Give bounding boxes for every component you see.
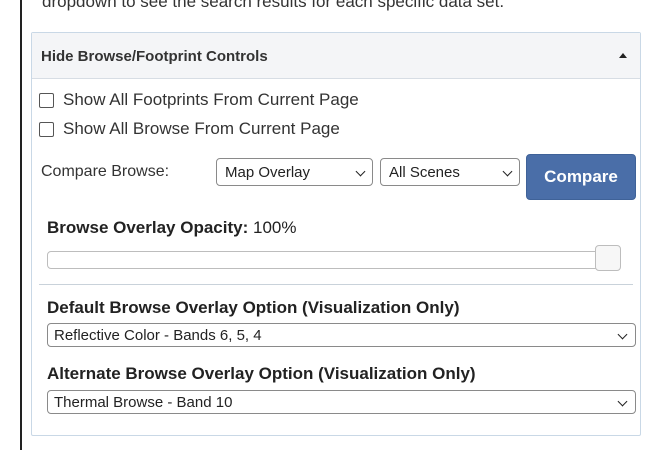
- compare-mode-value: Map Overlay: [225, 163, 311, 181]
- compare-browse-label: Compare Browse:: [41, 163, 170, 180]
- default-overlay-select[interactable]: Reflective Color - Bands 6, 5, 4: [47, 323, 636, 347]
- chevron-down-icon: [355, 166, 366, 177]
- show-footprints-checkbox[interactable]: [39, 92, 54, 108]
- chevron-down-icon: [617, 329, 628, 340]
- opacity-label: Browse Overlay Opacity:: [47, 218, 249, 237]
- show-footprints-label: Show All Footprints From Current Page: [63, 90, 359, 109]
- opacity-slider-track[interactable]: [47, 251, 621, 269]
- compare-button[interactable]: Compare: [526, 154, 636, 200]
- default-overlay-value: Reflective Color - Bands 6, 5, 4: [54, 326, 262, 344]
- compare-scenes-select[interactable]: All Scenes: [380, 158, 520, 186]
- browse-footprint-panel: Hide Browse/Footprint Controls Show All …: [31, 32, 641, 436]
- show-browse-row[interactable]: Show All Browse From Current Page: [39, 118, 340, 140]
- alternate-overlay-select[interactable]: Thermal Browse - Band 10: [47, 390, 636, 414]
- panel-title: Hide Browse/Footprint Controls: [41, 48, 268, 65]
- chevron-down-icon: [502, 166, 513, 177]
- caret-up-icon: [619, 53, 627, 58]
- left-border: [20, 0, 22, 450]
- panel-header-toggle[interactable]: Hide Browse/Footprint Controls: [32, 33, 640, 79]
- show-footprints-row[interactable]: Show All Footprints From Current Page: [39, 89, 359, 111]
- compare-mode-select[interactable]: Map Overlay: [216, 158, 373, 186]
- alternate-overlay-value: Thermal Browse - Band 10: [54, 393, 233, 411]
- show-browse-label: Show All Browse From Current Page: [63, 119, 340, 138]
- chevron-down-icon: [617, 396, 628, 407]
- opacity-value: 100%: [253, 218, 297, 237]
- opacity-slider-handle[interactable]: [595, 245, 621, 271]
- divider: [39, 284, 633, 285]
- compare-scenes-value: All Scenes: [389, 163, 460, 181]
- header-text: dropdown to see the search results for e…: [42, 0, 505, 11]
- opacity-label-row: Browse Overlay Opacity: 100%: [47, 218, 296, 238]
- show-browse-checkbox[interactable]: [39, 121, 54, 137]
- default-overlay-label: Default Browse Overlay Option (Visualiza…: [47, 298, 460, 317]
- alternate-overlay-label: Alternate Browse Overlay Option (Visuali…: [47, 364, 476, 383]
